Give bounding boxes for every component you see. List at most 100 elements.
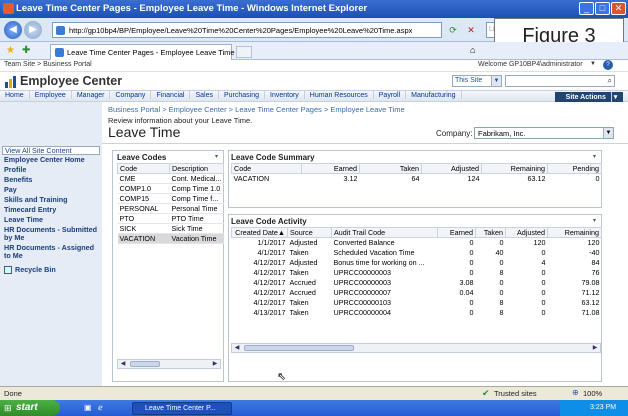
page-breadcrumb[interactable]: Business Portal > Employee Center > Leav…: [108, 105, 405, 114]
taskbar-item-ie[interactable]: Leave Time Center P...: [132, 402, 232, 415]
back-icon[interactable]: ◀: [4, 21, 22, 39]
sidebar-item-pay[interactable]: Pay: [4, 185, 102, 195]
new-tab-button[interactable]: [236, 46, 252, 58]
col-earned[interactable]: Earned: [301, 163, 360, 174]
sidebar-item-timecard[interactable]: Timecard Entry: [4, 205, 102, 215]
col-adjusted[interactable]: Adjusted: [505, 227, 548, 238]
col-remaining[interactable]: Remaining: [481, 163, 548, 174]
sidebar-item-leave-time[interactable]: Leave Time: [4, 215, 102, 225]
refresh-icon[interactable]: ⟳: [446, 23, 460, 37]
table-row[interactable]: CME Cont. Medical...: [117, 173, 224, 184]
search-icon[interactable]: ⌕: [608, 76, 612, 86]
col-created-date[interactable]: Created Date▲: [231, 227, 288, 238]
table-row[interactable]: PTO PTO Time: [117, 213, 224, 224]
panel-menu-icon[interactable]: ▾: [593, 153, 596, 160]
menu-home[interactable]: Home: [0, 91, 30, 99]
menu-financial[interactable]: Financial: [151, 91, 191, 99]
home-icon[interactable]: ⌂: [470, 45, 475, 55]
view-all-site-content-link[interactable]: View All Site Content: [2, 146, 100, 155]
col-description[interactable]: Description: [169, 163, 224, 174]
table-row[interactable]: 4/1/2017 Taken Scheduled Vacation Time 0 40 0…: [232, 248, 602, 258]
address-bar[interactable]: http://gp10bp4/BP/Employee/Leave%20Time%…: [52, 22, 442, 38]
table-row[interactable]: 4/12/2017 Adjusted Bonus time for working …: [232, 258, 602, 268]
col-code[interactable]: Code: [231, 163, 302, 174]
top-breadcrumb[interactable]: Team Site > Business Portal: [4, 61, 92, 68]
activity-hscrollbar[interactable]: ◀ ▶: [231, 343, 601, 353]
leave-summary-panel: Leave Code Summary ▾ Code Earned Taken A…: [228, 150, 602, 208]
table-row[interactable]: 4/12/2017 Accrued UPRCC00000003 3.08 0 0 79.08: [232, 278, 602, 288]
table-row[interactable]: 1/1/2017 Adjusted Converted Balance 0 0 120 12…: [232, 238, 602, 248]
sidebar-item-skills[interactable]: Skills and Training: [4, 195, 102, 205]
company-select[interactable]: Fabrikam, Inc. ▼: [474, 127, 614, 139]
table-row-selected[interactable]: VACATION Vacation Time: [117, 233, 224, 244]
col-audit-trail[interactable]: Audit Trail Code: [331, 227, 438, 238]
activity-cell: 0: [499, 278, 504, 287]
forward-icon[interactable]: ▶: [24, 21, 42, 39]
leave-codes-title: Leave Codes: [117, 153, 167, 162]
table-row[interactable]: 4/13/2017 Taken UPRCC00000004 0 8 0 71.08: [232, 308, 602, 318]
zoom-level[interactable]: 100%: [583, 389, 602, 398]
favorites-star-icon[interactable]: ★: [6, 45, 15, 56]
panel-menu-icon[interactable]: ▾: [215, 153, 218, 160]
table-row[interactable]: 4/12/2017 Taken UPRCC00000003 0 8 0 76: [232, 268, 602, 278]
activity-cell: 1/1/2017: [257, 238, 286, 248]
col-taken[interactable]: Taken: [359, 163, 422, 174]
chevron-down-icon[interactable]: ▼: [590, 61, 596, 67]
close-icon[interactable]: ✕: [611, 2, 626, 15]
quick-launch-icon[interactable]: ▣: [84, 403, 92, 412]
col-earned[interactable]: Earned: [437, 227, 476, 238]
table-row[interactable]: PERSONAL Personal Time: [117, 203, 224, 214]
table-row[interactable]: VACATION 3.12 64 124 63.12 0: [232, 174, 602, 184]
leave-codes-hscrollbar[interactable]: ◀ ▶: [117, 359, 221, 369]
help-icon[interactable]: ?: [603, 60, 613, 70]
top-link-bar: Team Site > Business Portal Welcome GP10…: [0, 60, 628, 72]
scroll-left-icon[interactable]: ◀: [118, 360, 128, 368]
search-scope-select[interactable]: This Site ▼: [452, 75, 502, 87]
stop-icon[interactable]: ✕: [464, 23, 478, 37]
menu-purchasing[interactable]: Purchasing: [219, 91, 265, 99]
menu-manufacturing[interactable]: Manufacturing: [406, 91, 462, 99]
sidebar-item-profile[interactable]: Profile: [4, 165, 102, 175]
table-row[interactable]: COMP1.0 Comp Time 1.0: [117, 183, 224, 194]
menu-manager[interactable]: Manager: [72, 91, 111, 99]
table-row[interactable]: COMP15 Comp Time f...: [117, 193, 224, 204]
menu-payroll[interactable]: Payroll: [374, 91, 407, 99]
site-search-input[interactable]: ⌕: [505, 75, 615, 87]
sidebar-item-hr-assigned[interactable]: HR Documents - Assigned to Me: [4, 243, 102, 261]
menu-sales[interactable]: Sales: [190, 91, 219, 99]
col-remaining[interactable]: Remaining: [547, 227, 602, 238]
menu-human-resources[interactable]: Human Resources: [305, 91, 374, 99]
scroll-thumb[interactable]: [130, 361, 160, 367]
menu-inventory[interactable]: Inventory: [265, 91, 305, 99]
sidebar-item-benefits[interactable]: Benefits: [4, 175, 102, 185]
menu-employee[interactable]: Employee: [30, 91, 72, 99]
table-row[interactable]: 4/12/2017 Taken UPRCC00000103 0 8 0 63.12: [232, 298, 602, 308]
scroll-right-icon[interactable]: ▶: [210, 360, 220, 368]
browser-tab[interactable]: Leave Time Center Pages - Employee Leave…: [50, 44, 235, 60]
security-zone[interactable]: Trusted sites: [494, 389, 537, 398]
menu-company[interactable]: Company: [110, 91, 152, 99]
add-favorite-icon[interactable]: ✚: [22, 45, 30, 56]
checkmark-icon: ✔: [482, 388, 490, 398]
table-row[interactable]: SICK Sick Time: [117, 223, 224, 234]
col-adjusted[interactable]: Adjusted: [421, 163, 482, 174]
activity-cell: 0: [541, 308, 546, 317]
welcome-menu[interactable]: Welcome GP10BP4\administrator: [478, 61, 583, 68]
col-code[interactable]: Code: [117, 163, 170, 174]
table-row[interactable]: 4/12/2017 Accrued UPRCC00000007 0.04 0 0 71.12: [232, 288, 602, 298]
minimize-icon[interactable]: _: [579, 2, 594, 15]
maximize-icon[interactable]: □: [595, 2, 610, 15]
scroll-right-icon[interactable]: ▶: [590, 344, 600, 352]
recycle-bin-link[interactable]: Recycle Bin: [4, 265, 102, 274]
panel-menu-icon[interactable]: ▾: [593, 217, 596, 224]
col-source[interactable]: Source: [287, 227, 332, 238]
browser-status-bar: Done ✔ Trusted sites ⊕ 100%: [0, 386, 628, 400]
site-actions-button[interactable]: Site Actions ▾: [555, 92, 623, 103]
col-pending[interactable]: Pending: [547, 163, 602, 174]
sidebar-item-hr-submitted[interactable]: HR Documents - Submitted by Me: [4, 225, 102, 243]
sidebar-item-employee-center-home[interactable]: Employee Center Home: [4, 155, 102, 165]
ie-quicklaunch-icon[interactable]: ℯ: [98, 403, 103, 412]
col-taken[interactable]: Taken: [475, 227, 506, 238]
scroll-left-icon[interactable]: ◀: [232, 344, 242, 352]
scroll-thumb[interactable]: [244, 345, 354, 351]
